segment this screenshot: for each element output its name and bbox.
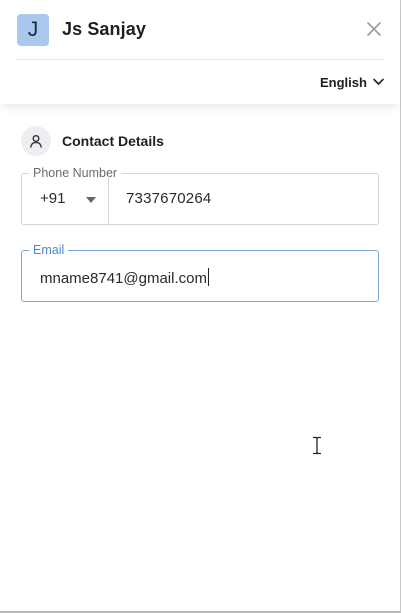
email-value: mname8741@gmail.com	[40, 270, 207, 287]
close-icon[interactable]	[366, 21, 382, 37]
country-code-select[interactable]: +91	[22, 174, 109, 224]
caret-down-icon	[86, 197, 96, 203]
text-caret	[207, 268, 209, 286]
language-label: English	[320, 74, 367, 90]
avatar: J	[17, 14, 49, 46]
email-input[interactable]: mname8741@gmail.com	[40, 268, 209, 287]
phone-number-input[interactable]: 7337670264	[126, 190, 211, 207]
panel-header: J Js Sanjay English	[0, 0, 400, 104]
user-name: Js Sanjay	[62, 19, 146, 39]
email-field: Email mname8741@gmail.com	[21, 242, 379, 302]
text-cursor-icon	[313, 436, 321, 455]
language-select[interactable]: English	[320, 73, 384, 91]
section-title: Contact Details	[62, 133, 164, 149]
phone-number-field: Phone Number +91 7337670264	[21, 165, 379, 225]
chevron-down-icon	[373, 78, 384, 85]
country-code-value: +91	[40, 190, 66, 207]
user-icon	[21, 126, 51, 156]
email-label: Email	[29, 242, 69, 258]
contact-panel: J Js Sanjay English Contact Details Phon…	[0, 0, 401, 613]
header-divider	[16, 59, 383, 60]
